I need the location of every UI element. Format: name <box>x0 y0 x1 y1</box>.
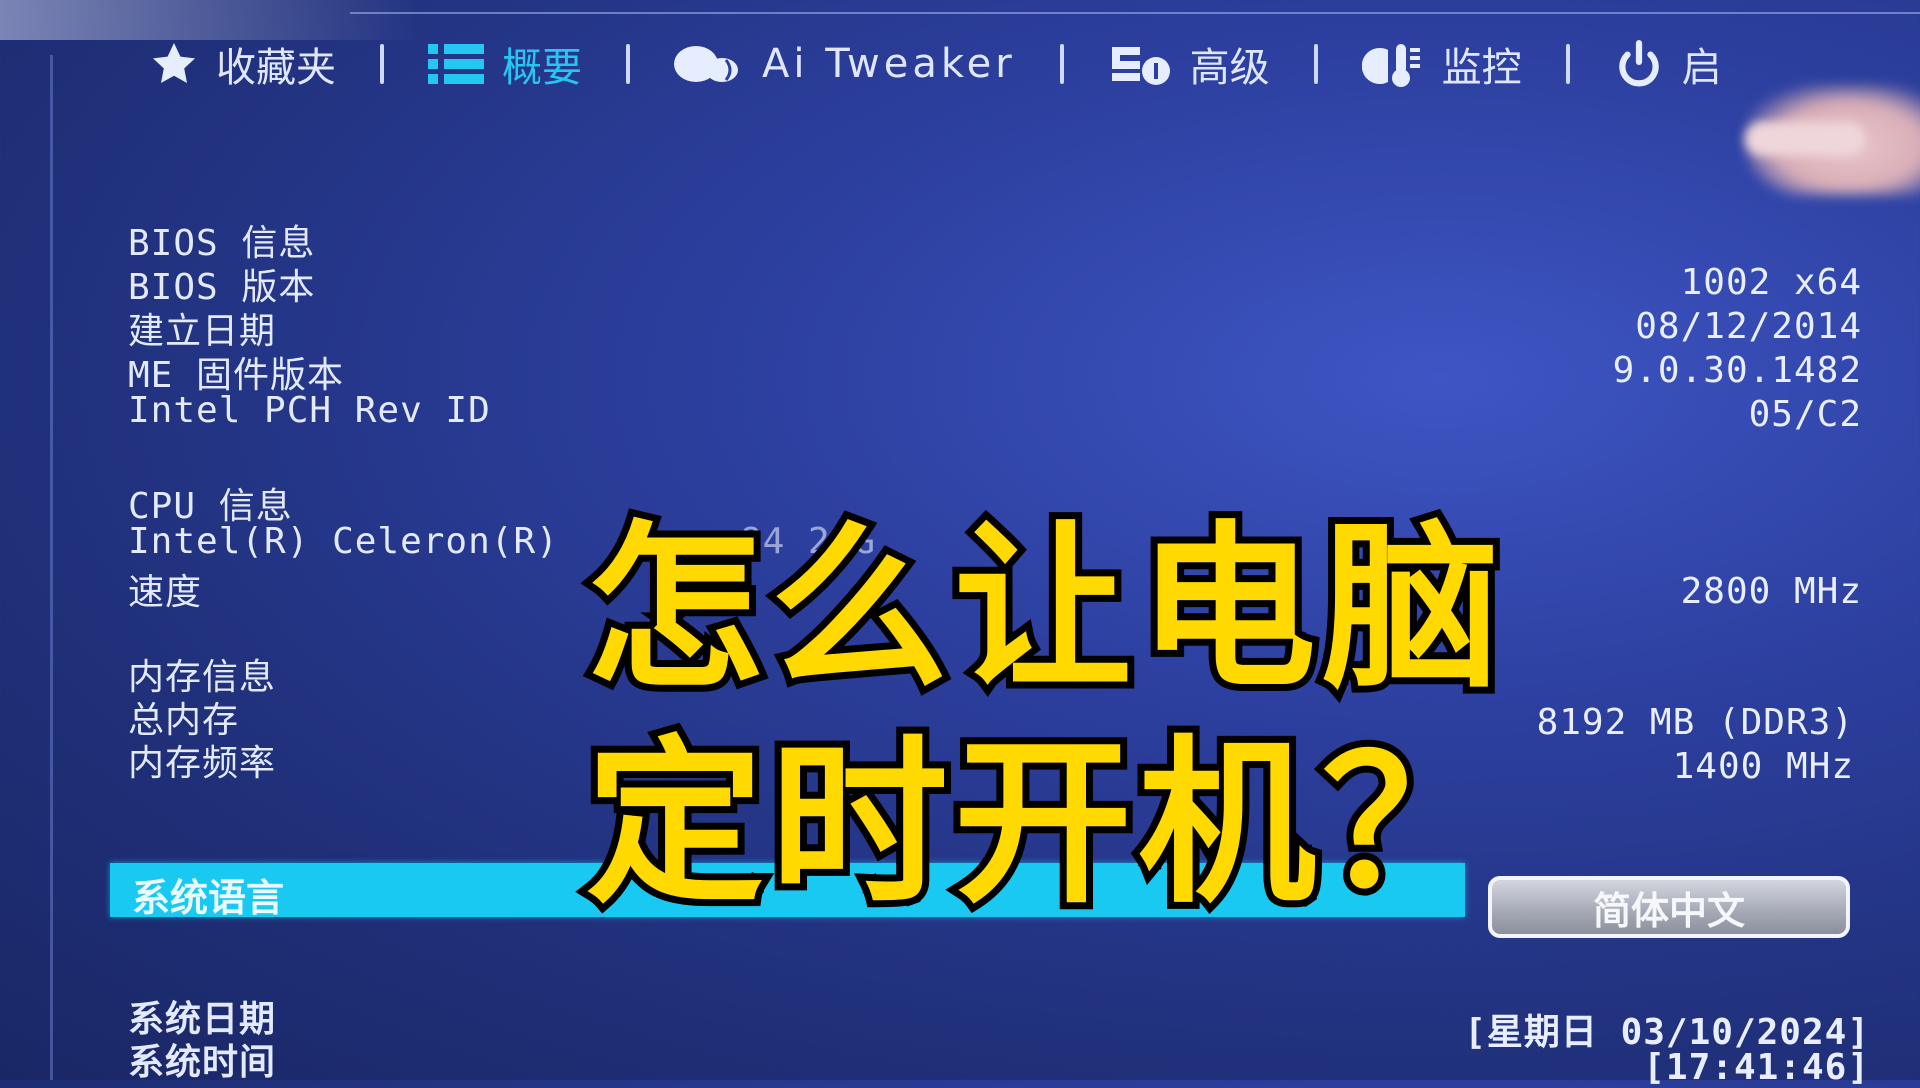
nav-separator <box>626 44 630 84</box>
tweaker-icon <box>674 44 744 84</box>
nav-separator <box>380 44 384 84</box>
cpu-speed-label: 速度 <box>128 572 203 613</box>
tab-monitor[interactable]: 监控 <box>1361 35 1522 93</box>
tab-boot[interactable]: 启 <box>1614 35 1722 93</box>
power-icon <box>1614 39 1664 89</box>
nav-separator <box>1565 44 1570 84</box>
system-time-value[interactable]: [17:41:46] <box>1643 1047 1870 1088</box>
system-language-row[interactable]: 系统语言 <box>110 863 1465 920</box>
tab-favorites[interactable]: 收藏夹 <box>150 35 336 93</box>
cpu-speed-value: 2800 MHz <box>1680 571 1862 612</box>
me-firmware-value: 9.0.30.1482 <box>1612 350 1862 391</box>
cpu-model-tail: 84 2 G <box>740 521 877 562</box>
tab-monitor-label: 监控 <box>1441 45 1522 91</box>
top-nav: 收藏夹 概要 Ai Tweaker 高级 监控 启 <box>150 36 1722 92</box>
tab-ai-tweaker-label: Ai Tweaker <box>762 41 1016 87</box>
tab-boot-label: 启 <box>1681 45 1722 91</box>
system-language-label: 系统语言 <box>132 876 285 920</box>
tab-advanced[interactable]: 高级 <box>1108 35 1270 93</box>
tab-favorites-label: 收藏夹 <box>216 45 336 91</box>
memory-frequency-label: 内存频率 <box>128 743 277 784</box>
title-line-1: 怎么让电脑 <box>579 505 1507 712</box>
advanced-icon <box>1108 43 1172 85</box>
thermometer-icon <box>1361 40 1424 88</box>
tab-overview[interactable]: 概要 <box>428 35 582 93</box>
nav-separator <box>1059 44 1064 84</box>
screen-glare <box>0 0 420 40</box>
tab-ai-tweaker[interactable]: Ai Tweaker <box>674 41 1016 87</box>
left-border-line <box>50 55 53 1080</box>
nav-separator <box>1313 44 1318 84</box>
tab-overview-label: 概要 <box>502 45 582 91</box>
language-select-button[interactable]: 简体中文 <box>1488 876 1850 938</box>
tab-advanced-label: 高级 <box>1189 45 1270 91</box>
top-border-line <box>350 12 1920 14</box>
pch-rev-label: Intel PCH Rev ID <box>128 390 491 431</box>
cpu-model: Intel(R) Celeron(R) <box>128 521 559 562</box>
star-icon <box>150 41 198 87</box>
system-time-label: 系统时间 <box>128 1042 277 1083</box>
pch-rev-value: 05/C2 <box>1748 394 1862 435</box>
pointing-finger <box>1745 122 1865 156</box>
list-icon <box>428 44 484 84</box>
bios-version-value: 1002 x64 <box>1680 262 1862 303</box>
memory-frequency-value: 1400 MHz <box>1672 746 1854 787</box>
total-memory-value: 8192 MB (DDR3) <box>1536 702 1854 743</box>
build-date-value: 08/12/2014 <box>1635 306 1862 347</box>
